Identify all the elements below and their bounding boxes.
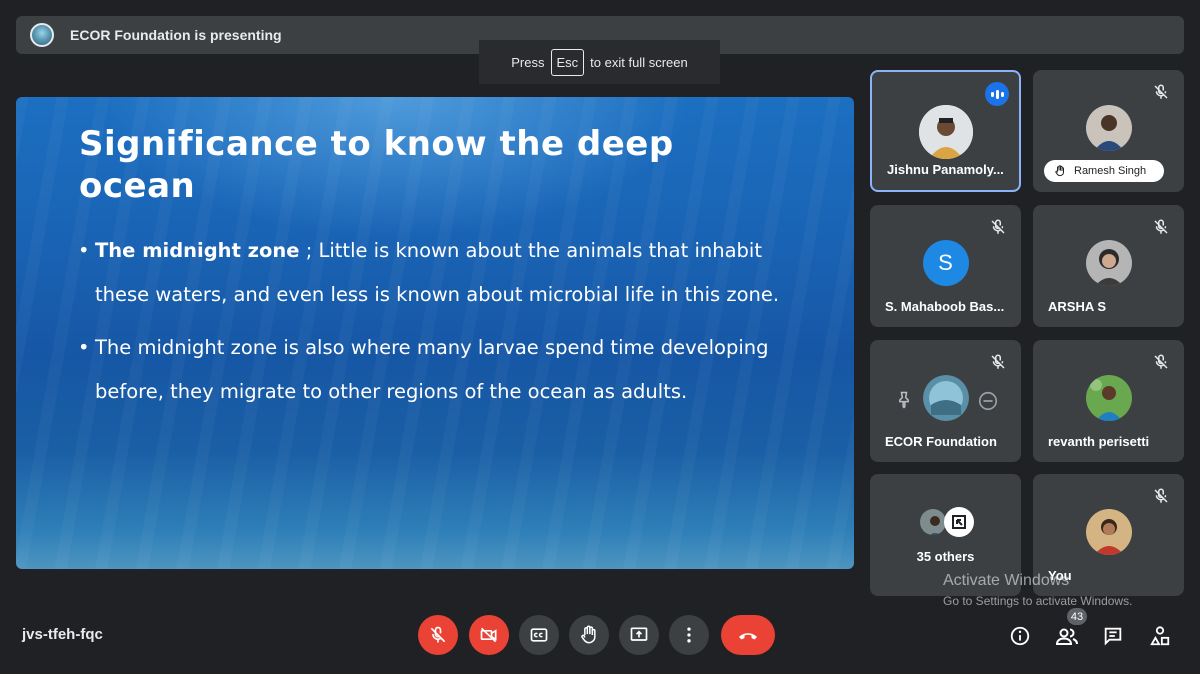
participant-tile[interactable]: ECOR Foundation	[870, 340, 1021, 462]
activities-button[interactable]	[1148, 624, 1172, 648]
slide-bullets: • The midnight zone ; Little is known ab…	[78, 229, 818, 423]
participant-tile[interactable]: S S. Mahaboob Bas...	[870, 205, 1021, 327]
participant-name: ARSHA S	[1048, 299, 1107, 314]
chat-icon	[1104, 627, 1122, 646]
avatar	[944, 507, 974, 537]
captions-button[interactable]	[519, 615, 559, 655]
mic-off-icon	[430, 626, 446, 643]
avatar-initial: S	[922, 240, 969, 286]
avatar	[1085, 240, 1132, 286]
people-button[interactable]	[1055, 624, 1079, 648]
slide-bullet: • The midnight zone is also where many l…	[78, 326, 818, 414]
hint-press: Press	[511, 54, 545, 70]
activation-watermark-title: Activate Windows	[943, 572, 1070, 589]
participant-tile[interactable]: Jishnu Panamoly...	[870, 70, 1021, 192]
remove-icon[interactable]	[977, 390, 999, 412]
leave-call-button[interactable]	[721, 615, 775, 655]
slide-bullet: • The midnight zone ; Little is known ab…	[78, 229, 818, 317]
activation-watermark-text: Go to Settings to activate Windows.	[943, 594, 1133, 608]
fullscreen-hint: Press Esc to exit full screen	[479, 40, 720, 84]
meeting-details-button[interactable]	[1008, 624, 1032, 648]
mic-off-icon	[1154, 488, 1168, 503]
mic-off-icon	[991, 219, 1005, 234]
slide-title: Significance to know the deep ocean	[79, 124, 674, 206]
raised-hand-badge: Ramesh Singh	[1044, 160, 1164, 182]
avatar	[1085, 509, 1132, 555]
bullet-dot: •	[78, 336, 90, 359]
raise-hand-button[interactable]	[569, 615, 609, 655]
info-icon	[1010, 626, 1030, 646]
avatar	[1085, 375, 1132, 421]
participant-name: Jishnu Panamoly...	[887, 162, 1004, 177]
pin-icon[interactable]	[894, 390, 914, 410]
participant-tile[interactable]: Ramesh Singh	[1033, 70, 1184, 192]
mic-off-icon	[1154, 84, 1168, 99]
speaking-indicator-icon	[985, 82, 1009, 106]
camera-toggle-button[interactable]	[469, 615, 509, 655]
meeting-code: jvs-tfeh-fqc	[22, 626, 103, 643]
participant-name: ECOR Foundation	[885, 434, 997, 449]
bullet-dot: •	[78, 239, 90, 262]
end-call-icon	[739, 633, 757, 640]
hint-suffix: to exit full screen	[590, 54, 688, 70]
mic-off-icon	[1154, 354, 1168, 369]
bullet-bold: The midnight zone	[95, 239, 300, 262]
people-count-badge: 43	[1067, 608, 1087, 625]
mic-off-icon	[991, 354, 1005, 369]
presenting-label: ECOR Foundation is presenting	[70, 27, 282, 43]
activities-icon	[1150, 626, 1170, 646]
others-count-label: 35 others	[916, 549, 975, 564]
shared-slide: Significance to know the deep ocean • Th…	[16, 97, 854, 569]
ecor-logo-avatar	[30, 23, 54, 47]
more-options-button[interactable]	[669, 615, 709, 655]
hand-raiser-name: Ramesh Singh	[1074, 165, 1147, 177]
meet-window: ECOR Foundation is presenting Press Esc …	[0, 0, 1200, 674]
bullet-body: The midnight zone is also where many lar…	[95, 336, 769, 403]
present-button[interactable]	[619, 615, 659, 655]
participant-name: revanth perisetti	[1048, 434, 1150, 449]
app-logo-icon	[952, 515, 966, 529]
avatar	[1085, 105, 1132, 151]
camera-off-icon	[480, 627, 497, 643]
participant-tile[interactable]: ARSHA S	[1033, 205, 1184, 327]
mic-off-icon	[1154, 219, 1168, 234]
captions-icon	[530, 628, 548, 642]
participant-tile[interactable]: revanth perisetti	[1033, 340, 1184, 462]
chat-button[interactable]	[1101, 624, 1125, 648]
raise-hand-icon	[581, 625, 596, 644]
avatar	[922, 375, 969, 421]
bullet-text: The midnight zone ; Little is known abou…	[95, 229, 818, 317]
more-options-icon	[687, 627, 691, 643]
avatar	[918, 105, 973, 159]
present-icon	[630, 627, 648, 641]
participant-name: S. Mahaboob Bas...	[885, 299, 1005, 314]
raise-hand-icon	[1055, 165, 1065, 177]
mic-toggle-button[interactable]	[418, 615, 458, 655]
people-icon	[1055, 628, 1078, 645]
esc-key: Esc	[550, 48, 585, 76]
